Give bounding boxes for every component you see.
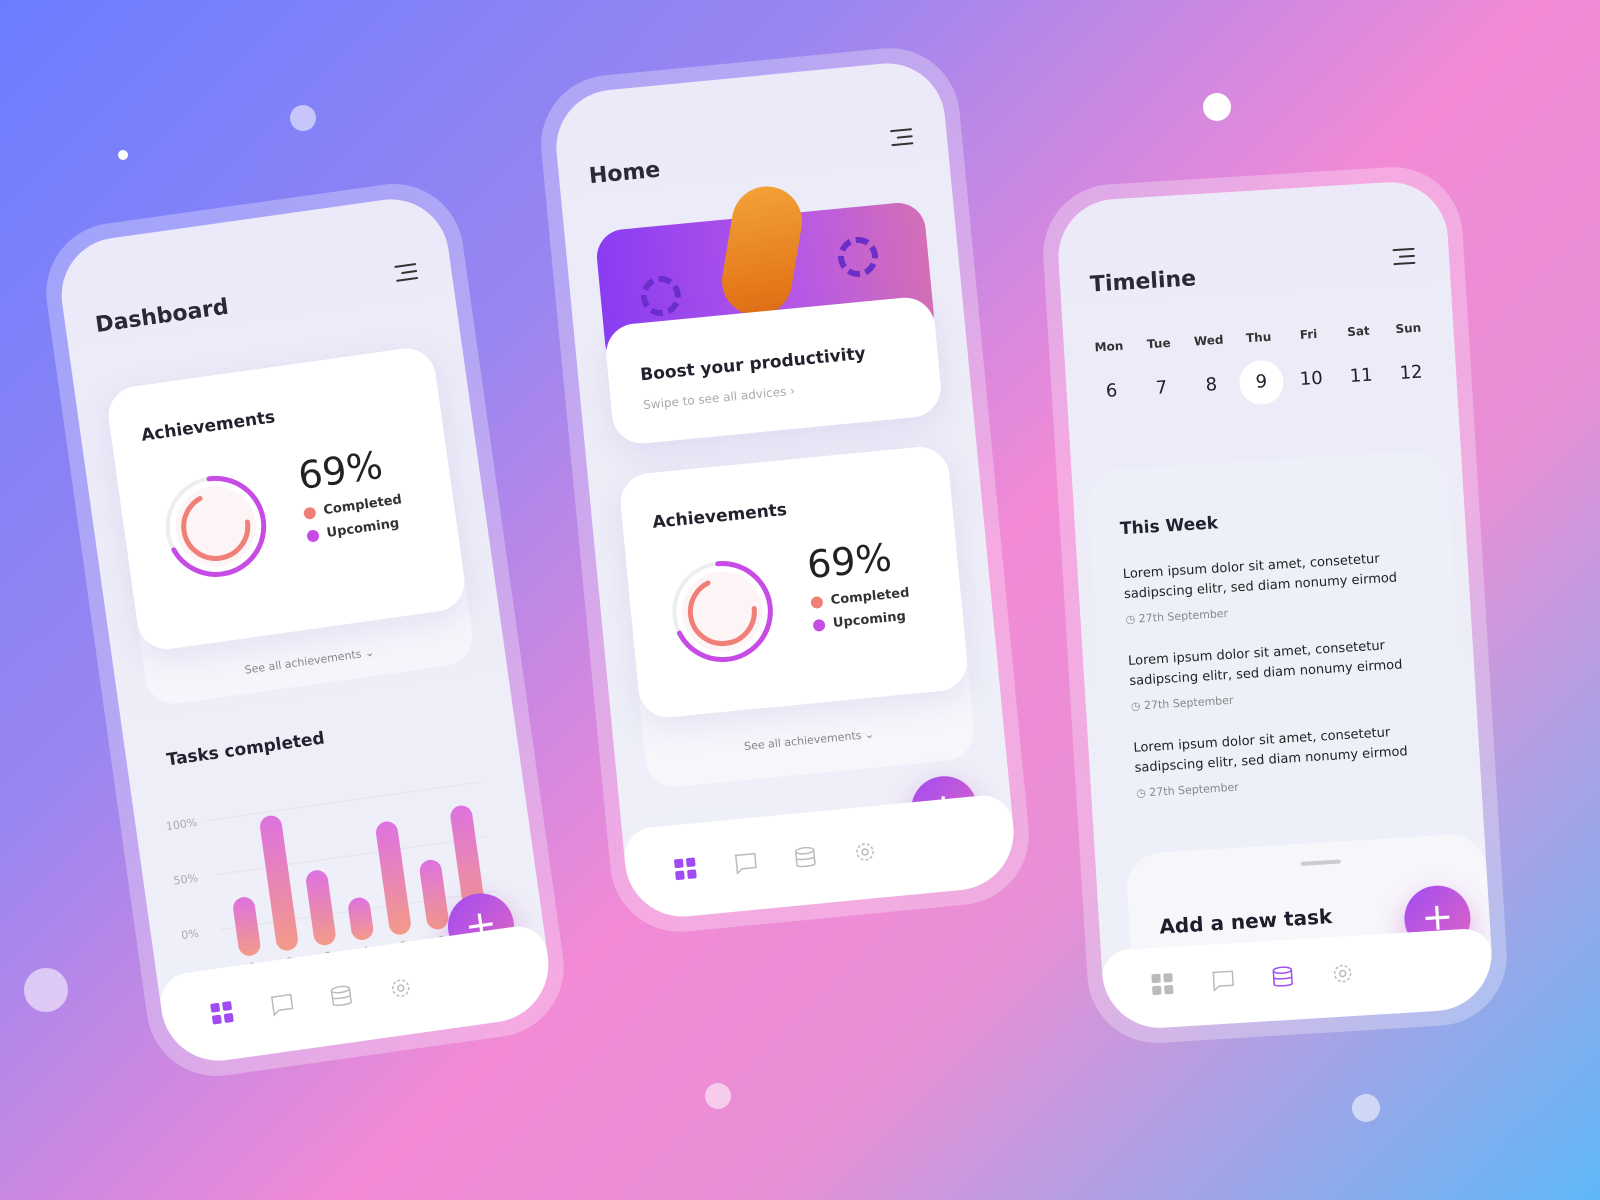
page-title: Home (587, 157, 662, 190)
nav-gear-icon[interactable] (1330, 962, 1355, 985)
nav-gear-icon[interactable] (852, 840, 878, 864)
page-title: Timeline (1089, 266, 1197, 298)
day-name: Mon (1094, 338, 1124, 355)
percent-value: 69% (295, 442, 386, 499)
spring-graphic (836, 235, 880, 279)
achievement-donut (165, 475, 267, 577)
bottom-nav (621, 792, 1019, 922)
task-list: Lorem ipsum dolor sit amet, consetetur s… (1122, 547, 1436, 800)
menu-icon[interactable] (394, 258, 419, 287)
day-date: 10 (1299, 367, 1324, 391)
banner-title: Boost your productivity (639, 343, 867, 386)
nav-chat-icon[interactable] (733, 851, 759, 875)
day-date: 9 (1238, 359, 1285, 406)
decor-dot (24, 968, 68, 1012)
day-name: Sun (1395, 320, 1422, 337)
day-date: 12 (1399, 361, 1424, 384)
nav-chat-icon[interactable] (269, 992, 296, 1017)
day-name: Fri (1299, 326, 1318, 342)
nav-grid-icon[interactable] (673, 857, 699, 881)
day-name: Wed (1193, 332, 1224, 349)
day-sun[interactable]: Sun 12 (1388, 320, 1432, 396)
nav-database-icon[interactable] (1270, 966, 1295, 989)
day-date: 6 (1105, 380, 1118, 402)
spring-graphic (639, 274, 683, 318)
decor-dot (118, 150, 128, 160)
nav-grid-icon[interactable] (209, 1001, 236, 1026)
day-mon[interactable]: Mon 6 (1089, 338, 1133, 414)
achievements-card: Achievements 69% Completed Upcoming (104, 344, 469, 653)
nav-database-icon[interactable] (328, 984, 355, 1009)
achievement-donut (671, 561, 773, 663)
clock-icon: ◷ (1135, 786, 1147, 800)
clock-icon: ◷ (1125, 612, 1136, 627)
nav-grid-icon[interactable] (1150, 973, 1175, 996)
day-date: 7 (1155, 377, 1168, 399)
timeline-screen: Timeline Mon 6 Tue 7 Wed 8 Thu 9 Fri 10 Sat 11 Sun 12… (1055, 178, 1495, 1032)
decor-dot (1352, 1094, 1380, 1122)
decor-dot (1203, 93, 1231, 121)
legend-upcoming: Upcoming (306, 515, 406, 544)
day-name: Thu (1245, 329, 1272, 346)
clock-icon: ◷ (1130, 699, 1141, 713)
achievements-card: Achievements 69% Completed Upcoming (617, 444, 970, 720)
legend-upcoming: Upcoming (812, 608, 912, 632)
home-phone: Home Boost your productivity Swipe to se… (534, 41, 1036, 939)
dashboard-screen: Dashboard See all achievements ⌄ Achieve… (54, 191, 556, 1069)
decor-dot (705, 1083, 731, 1109)
bar-3 (306, 870, 336, 946)
y-tick-label: 0% (180, 927, 199, 942)
card-title: Achievements (139, 407, 277, 446)
bar-4 (348, 897, 374, 940)
timeline-phone: Timeline Mon 6 Tue 7 Wed 8 Thu 9 Fri 10 Sat 11 Sun 12… (1039, 162, 1511, 1048)
this-week-title: This Week (1119, 513, 1219, 540)
day-sat[interactable]: Sat 11 (1338, 323, 1382, 399)
day-date: 8 (1205, 374, 1218, 396)
bar-6 (419, 859, 449, 930)
drag-handle[interactable] (1300, 859, 1341, 866)
task-item[interactable]: Lorem ipsum dolor sit amet, consetetur s… (1122, 547, 1425, 627)
nav-gear-icon[interactable] (387, 976, 414, 1001)
task-text: Lorem ipsum dolor sit amet, consetetur s… (1122, 551, 1398, 603)
bar-1 (233, 897, 261, 956)
gridline (213, 835, 491, 876)
week-calendar: Mon 6 Tue 7 Wed 8 Thu 9 Fri 10 Sat 11 Sun 12 (1089, 320, 1433, 415)
page-title: Dashboard (93, 294, 231, 339)
task-item[interactable]: Lorem ipsum dolor sit amet, consetetur s… (1133, 721, 1436, 800)
swipe-link[interactable]: Swipe to see all advices › (643, 384, 796, 413)
day-date: 11 (1349, 364, 1374, 387)
dashboard-phone: Dashboard See all achievements ⌄ Achieve… (37, 174, 573, 1086)
y-tick-label: 50% (173, 871, 199, 887)
task-text: Lorem ipsum dolor sit amet, consetetur s… (1133, 725, 1409, 776)
menu-icon[interactable] (890, 123, 914, 151)
bar-5 (375, 821, 411, 935)
decor-dot (290, 105, 316, 131)
card-title: Achievements (651, 499, 788, 533)
home-screen: Home Boost your productivity Swipe to se… (551, 58, 1019, 922)
spiral-3d-graphic (716, 181, 808, 321)
gridline (205, 781, 483, 822)
y-tick-label: 100% (165, 816, 198, 833)
day-name: Sat (1346, 323, 1371, 340)
legend-completed: Completed (810, 586, 910, 610)
day-tue[interactable]: Tue 7 (1138, 335, 1182, 411)
task-text: Lorem ipsum dolor sit amet, consetetur s… (1127, 638, 1403, 690)
percent-value: 69% (805, 535, 894, 588)
bar-2 (260, 815, 298, 951)
nav-chat-icon[interactable] (1210, 969, 1235, 993)
nav-database-icon[interactable] (792, 846, 818, 870)
add-task-label: Add a new task (1158, 904, 1333, 939)
task-item[interactable]: Lorem ipsum dolor sit amet, consetetur s… (1128, 634, 1431, 713)
day-thu[interactable]: Thu 9 (1238, 329, 1285, 406)
menu-icon[interactable] (1392, 243, 1416, 270)
tasks-title: Tasks completed (165, 728, 326, 771)
day-name: Tue (1146, 335, 1172, 352)
day-fri[interactable]: Fri 10 (1288, 326, 1332, 402)
day-wed[interactable]: Wed 8 (1188, 332, 1232, 408)
